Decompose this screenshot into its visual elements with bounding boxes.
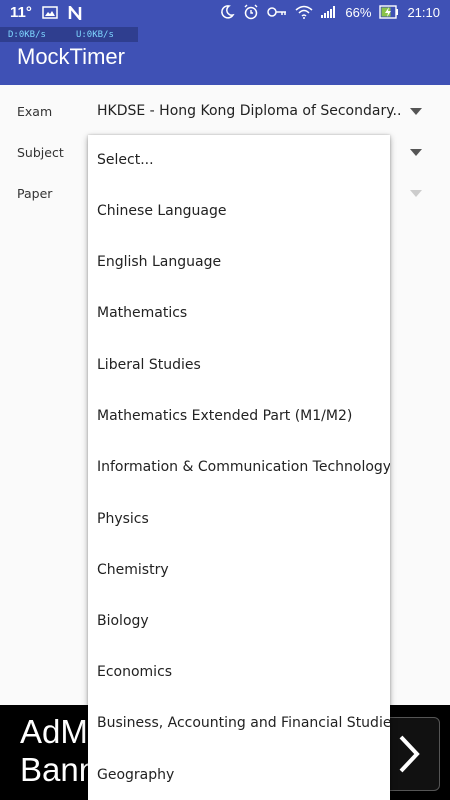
dropdown-item-chinese-language[interactable]: Chinese Language [97,203,226,219]
battery-percent-text: 66% [345,4,372,20]
status-bar: 11° 66% 21:10 [0,0,450,27]
upload-speed-text: U:0KB/s [75,29,114,40]
wifi-icon [295,5,313,19]
dropdown-item-chemistry[interactable]: Chemistry [97,562,169,578]
clock-text: 21:10 [407,4,440,20]
subject-dropdown-list: Select... Chinese Language English Langu… [88,135,390,800]
dropdown-item-economics[interactable]: Economics [97,664,172,680]
exam-label: Exam [17,104,53,119]
signal-icon [321,6,337,18]
dropdown-item-biology[interactable]: Biology [97,613,149,629]
battery-charging-icon [379,5,399,19]
download-speed-text: D:0KB/s [8,29,46,40]
exam-spinner-value[interactable]: HKDSE - Hong Kong Diploma of Secondary.. [97,103,401,119]
dropdown-item-physics[interactable]: Physics [97,511,149,527]
dropdown-item-mathematics[interactable]: Mathematics [97,305,187,321]
subject-label: Subject [17,145,64,160]
dropdown-item-mathematics-extended[interactable]: Mathematics Extended Part (M1/M2) [97,408,352,424]
app-title: MockTimer [17,44,125,69]
paper-label: Paper [17,186,53,201]
image-icon [42,6,58,19]
dropdown-item-select[interactable]: Select... [97,152,154,168]
temperature-text: 11° [10,4,32,21]
key-icon [267,6,287,18]
exam-dropdown-arrow-icon[interactable] [410,108,422,115]
paper-dropdown-arrow-icon [410,190,422,197]
dropdown-item-liberal-studies[interactable]: Liberal Studies [97,357,201,373]
night-mode-icon [219,4,236,20]
subject-dropdown-arrow-icon[interactable] [410,149,422,156]
notification-n-icon [68,5,82,20]
dropdown-item-bafs[interactable]: Business, Accounting and Financial Studi… [97,715,390,731]
alarm-icon [243,4,259,20]
dropdown-item-english-language[interactable]: English Language [97,254,221,270]
network-speed-overlay: D:0KB/s U:0KB/s [0,27,138,42]
chevron-right-icon [399,735,420,773]
ad-banner-line1: AdM [20,713,88,750]
ad-banner-text: AdM Bann [20,713,97,789]
dropdown-item-geography[interactable]: Geography [97,767,174,783]
ad-banner-line2: Bann [20,751,98,788]
dropdown-item-ict[interactable]: Information & Communication Technology [97,459,390,475]
